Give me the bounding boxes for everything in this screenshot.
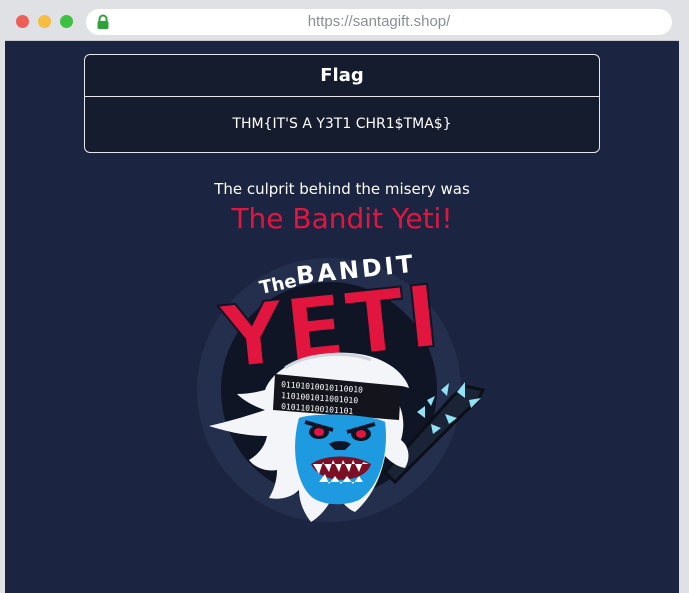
url-text: https://santagift.shop/ xyxy=(307,13,451,30)
address-bar[interactable]: https://santagift.shop/ xyxy=(86,9,672,35)
flag-card: Flag THM{IT'S A Y3T1 CHR1$TMA$} xyxy=(84,54,600,153)
window-frame-right xyxy=(679,40,689,593)
maximize-window-button[interactable] xyxy=(60,15,73,28)
window-frame-left xyxy=(0,40,5,593)
flag-card-title: Flag xyxy=(85,55,599,97)
culprit-label: The culprit behind the misery was xyxy=(214,180,470,198)
flag-value: THM{IT'S A Y3T1 CHR1$TMA$} xyxy=(232,116,452,132)
minimize-window-button[interactable] xyxy=(38,15,51,28)
culprit-name: The Bandit Yeti! xyxy=(231,202,453,235)
close-window-button[interactable] xyxy=(16,15,29,28)
bandit-yeti-logo: The BANDIT YETI 01101010010110010 110100… xyxy=(197,250,486,522)
browser-chrome: https://santagift.shop/ xyxy=(0,0,689,41)
